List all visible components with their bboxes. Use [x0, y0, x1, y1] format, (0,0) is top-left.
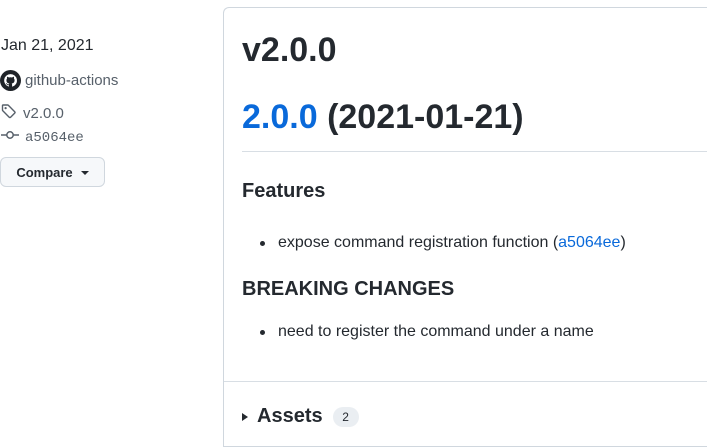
release-title: v2.0.0: [242, 31, 337, 69]
triangle-right-icon: [242, 412, 248, 421]
list-item-text: expose command registration function (a5…: [278, 234, 626, 252]
release-card: v2.0.0 2.0.0 (2021-01-21) Features expos…: [223, 7, 707, 447]
commit-reference-link[interactable]: a5064ee: [558, 234, 620, 251]
list-item-text: need to register the command under a nam…: [278, 323, 594, 340]
list-item: need to register the command under a nam…: [260, 323, 594, 341]
assets-divider: [224, 381, 707, 382]
version-heading: 2.0.0 (2021-01-21): [242, 98, 524, 137]
author-link[interactable]: github-actions: [0, 70, 118, 91]
assets-label: Assets: [257, 405, 323, 427]
compare-label: Compare: [16, 164, 73, 180]
commit-link[interactable]: a5064ee: [1, 127, 84, 148]
assets-count-badge: 2: [332, 406, 359, 427]
release-date: Jan 21, 2021: [1, 37, 94, 54]
git-commit-icon: [1, 127, 19, 148]
triangle-down-icon: [80, 171, 89, 175]
tag-name: v2.0.0: [23, 105, 64, 122]
github-mark-icon: [0, 70, 21, 91]
author-name: github-actions: [25, 72, 119, 89]
version-compare-link[interactable]: 2.0.0: [242, 98, 318, 136]
version-date: (2021-01-21): [317, 98, 524, 136]
tag-link[interactable]: v2.0.0: [1, 103, 64, 124]
assets-toggle[interactable]: Assets 2: [242, 405, 359, 428]
commit-sha: a5064ee: [25, 129, 84, 146]
bullet-dot: [260, 240, 265, 246]
list-item-text-after: ): [620, 234, 626, 251]
list-item-text-before: expose command registration function (: [278, 234, 559, 251]
list-item: expose command registration function (a5…: [260, 234, 626, 252]
section-heading-features: Features: [242, 180, 326, 202]
bullet-dot: [260, 329, 265, 335]
compare-button[interactable]: Compare: [0, 157, 105, 187]
section-heading-breaking-changes: BREAKING CHANGES: [242, 278, 455, 300]
heading-divider: [242, 151, 707, 152]
tag-icon: [1, 103, 17, 124]
